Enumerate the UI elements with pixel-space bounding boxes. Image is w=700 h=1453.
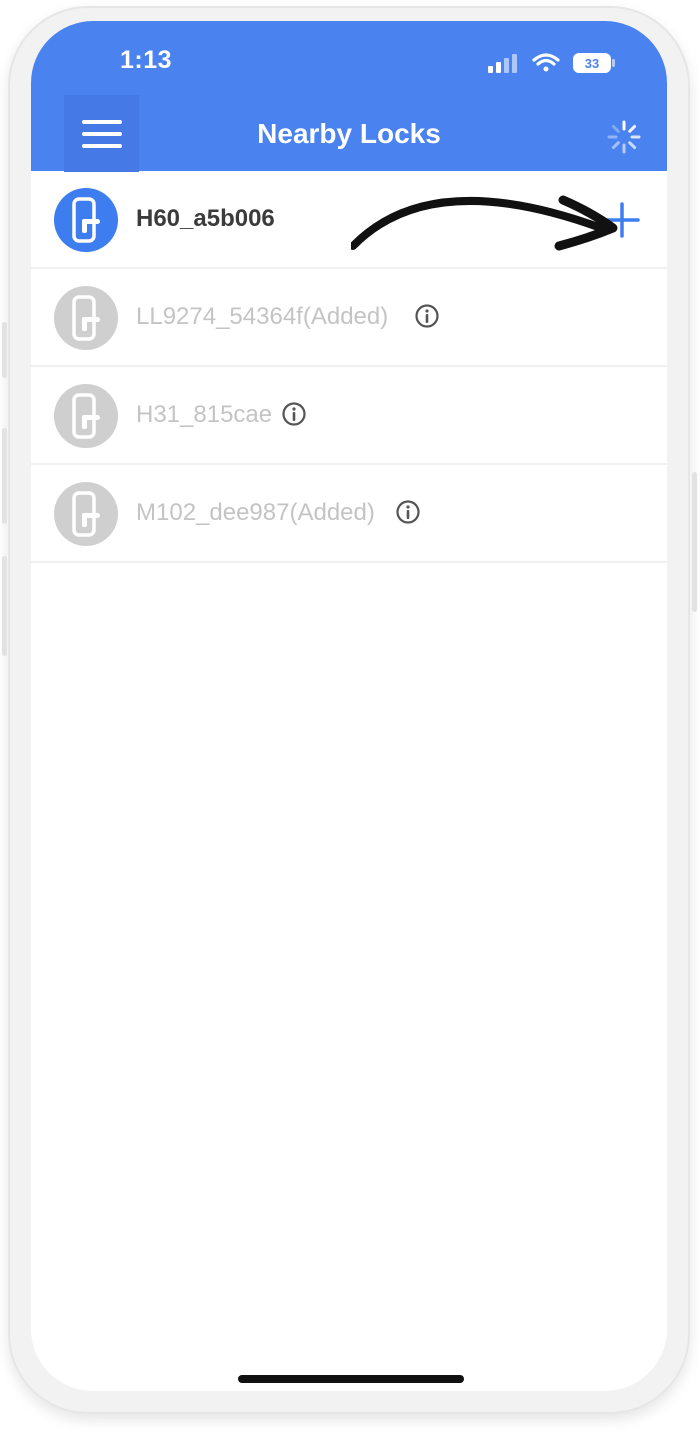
phone-side-button [2, 322, 7, 378]
annotation-arrow-icon [351, 195, 618, 251]
page-title: Nearby Locks [257, 118, 441, 149]
phone-side-button [692, 472, 697, 612]
lock-avatar [54, 384, 118, 448]
loading-spinner-icon [607, 120, 641, 154]
door-lock-icon [72, 295, 100, 341]
status-time: 1:13 [120, 46, 173, 74]
lock-name: LL9274_54364f(Added) [136, 303, 389, 330]
lock-name: H60_a5b006 [136, 205, 275, 232]
lock-row-ll9274[interactable]: LL9274_54364f(Added) [31, 269, 667, 367]
phone-side-button [2, 428, 7, 524]
phone-side-button [2, 556, 7, 656]
home-indicator[interactable] [238, 1375, 464, 1383]
lock-avatar [54, 188, 118, 252]
door-lock-icon [72, 393, 100, 439]
lock-row-m102[interactable]: M102_dee987(Added) [31, 465, 667, 563]
info-icon[interactable] [281, 401, 307, 427]
app-header: 1:13 33 Nearby Locks [31, 21, 667, 172]
info-icon[interactable] [414, 303, 440, 329]
status-icons: 33 [487, 51, 617, 75]
door-lock-icon [72, 197, 100, 243]
lock-avatar [54, 286, 118, 350]
cellular-signal-icon [488, 54, 517, 73]
info-icon[interactable] [395, 499, 421, 525]
lock-row-h31[interactable]: H31_815cae [31, 367, 667, 465]
battery-icon: 33 [573, 53, 615, 73]
lock-name: M102_dee987(Added) [136, 499, 375, 526]
battery-level: 33 [585, 56, 599, 71]
lock-name: H31_815cae [136, 401, 273, 428]
lock-avatar [54, 482, 118, 546]
app-screen: 1:13 33 Nearby Locks H60_a5b006 LL9274_5… [31, 21, 667, 1391]
wifi-icon [532, 53, 560, 72]
door-lock-icon [72, 491, 100, 537]
